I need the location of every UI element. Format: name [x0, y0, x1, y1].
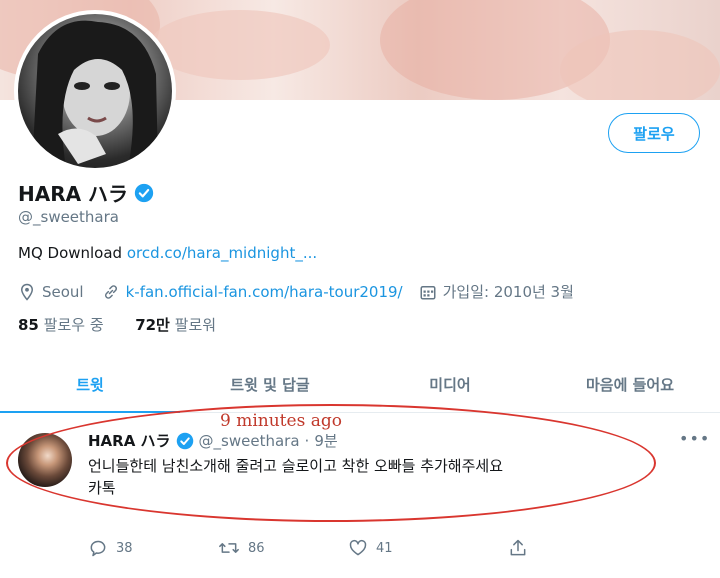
retweet-icon: [219, 543, 239, 553]
tab-tweets-and-replies[interactable]: 트윗 및 답글: [180, 356, 360, 412]
tweet-separator: ·: [304, 431, 310, 450]
tweet-timestamp[interactable]: 9분: [314, 430, 337, 451]
tweet-actions: 38 86 41: [88, 538, 608, 558]
more-icon[interactable]: •••: [679, 429, 710, 448]
retweet-button[interactable]: 86: [218, 538, 348, 558]
verified-badge-icon: [176, 432, 193, 449]
profile-name-text: HARA ハラ: [18, 182, 129, 206]
following-stat[interactable]: 85 팔로우 중: [18, 316, 104, 334]
following-count: 85: [18, 316, 39, 334]
tweet-author-name[interactable]: HARA ハラ: [88, 430, 171, 451]
like-button[interactable]: 41: [348, 538, 508, 558]
share-button[interactable]: [508, 538, 528, 558]
joined-date: 가입일: 2010년 3월: [442, 283, 574, 301]
tab-media[interactable]: 미디어: [360, 356, 540, 412]
profile-name: HARA ハラ: [18, 178, 154, 207]
tweet-text-line: 언니들한테 남친소개해 줄려고 슬로이고 착한 오빠들 추가해주세요: [88, 457, 504, 475]
tweet-header: HARA ハラ @_sweethara · 9분: [88, 430, 338, 451]
profile-avatar[interactable]: [14, 10, 176, 172]
reply-icon: [90, 540, 106, 557]
verified-badge-icon: [134, 183, 154, 202]
tweet-avatar[interactable]: [18, 433, 72, 487]
bio-link[interactable]: orcd.co/hara_midnight_...: [127, 244, 317, 262]
tab-tweets[interactable]: 트윗: [0, 356, 180, 413]
followers-label: 팔로워: [174, 316, 217, 334]
bio-text: MQ Download: [18, 244, 127, 262]
tab-likes[interactable]: 마음에 들어요: [540, 356, 720, 412]
location-text: Seoul: [42, 282, 84, 301]
annotation-text: 9 minutes ago: [220, 411, 342, 431]
profile-stats: 85 팔로우 중 72만 팔로워: [18, 314, 216, 335]
tweet-text-line: 카톡: [88, 479, 116, 497]
profile-meta: Seoul k-fan.official-fan.com/hara-tour20…: [18, 281, 574, 302]
website-link[interactable]: k-fan.official-fan.com/hara-tour2019/: [126, 283, 403, 301]
reply-count: 38: [116, 540, 133, 556]
tweet-text: 언니들한테 남친소개해 줄려고 슬로이고 착한 오빠들 추가해주세요 카톡: [88, 455, 668, 499]
following-label: 팔로우 중: [43, 316, 104, 334]
like-icon: [349, 539, 367, 556]
calendar-icon: [420, 285, 436, 299]
profile-handle: @_sweethara: [18, 208, 119, 226]
followers-count: 72만: [135, 316, 170, 334]
tweet[interactable]: HARA ハラ @_sweethara · 9분 ••• 언니들한테 남친소개해…: [0, 413, 720, 578]
follow-button[interactable]: 팔로우: [608, 113, 700, 153]
tweet-author-handle: @_sweethara: [198, 431, 300, 450]
followers-stat[interactable]: 72만 팔로워: [135, 316, 216, 334]
avatar-image: [32, 20, 158, 168]
profile-tabs: 트윗 트윗 및 답글 미디어 마음에 들어요: [0, 356, 720, 413]
reply-button[interactable]: 38: [88, 538, 218, 558]
retweet-count: 86: [248, 540, 265, 556]
share-icon: [510, 539, 526, 556]
link-icon: [104, 284, 117, 299]
location-icon: [20, 283, 34, 301]
like-count: 41: [376, 540, 393, 556]
profile-bio: MQ Download orcd.co/hara_midnight_...: [18, 244, 317, 262]
